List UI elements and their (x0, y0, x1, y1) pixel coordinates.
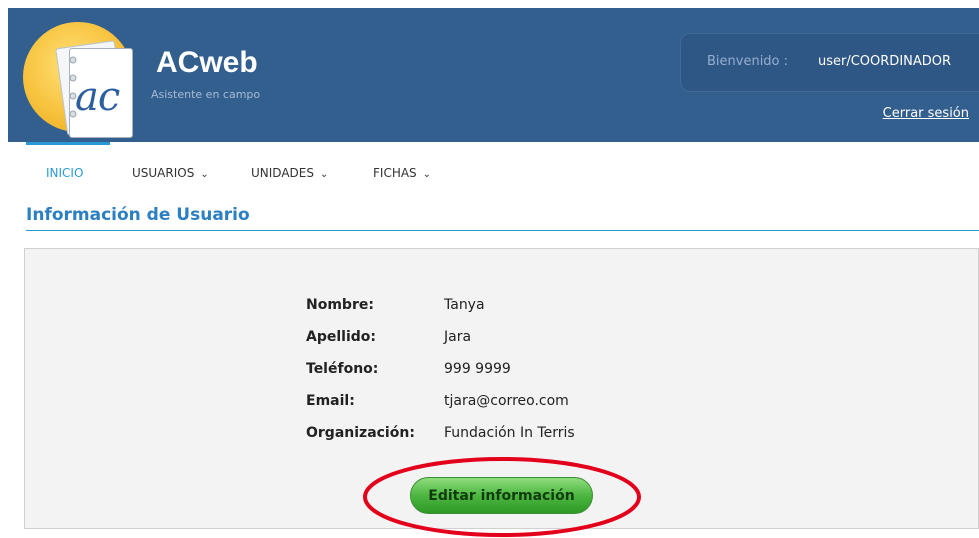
field-label: Apellido: (306, 329, 376, 345)
nav-item-label: UNIDADES (251, 166, 314, 180)
logo-text: ac (75, 74, 120, 120)
page-title: Información de Usuario (26, 205, 250, 225)
nav-item-unidades[interactable]: UNIDADES ⌄ (251, 166, 328, 180)
chevron-down-icon: ⌄ (422, 169, 432, 180)
edit-info-button[interactable]: Editar información (410, 477, 593, 514)
nav-item-usuarios[interactable]: USUARIOS ⌄ (132, 166, 209, 180)
field-value: tjara@correo.com (444, 393, 569, 409)
chevron-down-icon: ⌄ (200, 169, 209, 180)
field-value: 999 9999 (444, 361, 511, 377)
nav-item-label: INICIO (46, 166, 84, 180)
app-logo[interactable]: ac (23, 22, 133, 138)
field-label: Teléfono: (306, 361, 379, 377)
main-nav: INICIO USUARIOS ⌄ UNIDADES ⌄ FICHAS ⌄ (8, 142, 979, 190)
field-label: Email: (306, 393, 355, 409)
chevron-down-icon: ⌄ (319, 169, 329, 180)
nav-item-fichas[interactable]: FICHAS ⌄ (373, 166, 431, 180)
field-label: Nombre: (306, 297, 374, 313)
current-user: user/COORDINADOR (818, 54, 952, 69)
nav-item-label: USUARIOS (132, 166, 195, 180)
field-label: Organización: (306, 425, 415, 441)
welcome-panel: Bienvenido : user/COORDINADOR (680, 33, 979, 92)
field-value: Jara (444, 329, 472, 345)
nav-item-label: FICHAS (373, 166, 417, 180)
nav-active-indicator (26, 142, 110, 145)
nav-item-inicio[interactable]: INICIO (46, 166, 83, 180)
welcome-label: Bienvenido : (707, 54, 789, 69)
app-title: ACweb (156, 46, 258, 79)
field-value: Tanya (444, 297, 485, 313)
app-subtitle: Asistente en campo (151, 88, 261, 101)
title-divider (26, 230, 979, 231)
field-value: Fundación In Terris (444, 425, 575, 441)
logout-link[interactable]: Cerrar sesión (883, 106, 969, 121)
app-header: ac ACweb Asistente en campo Bienvenido :… (8, 8, 979, 142)
